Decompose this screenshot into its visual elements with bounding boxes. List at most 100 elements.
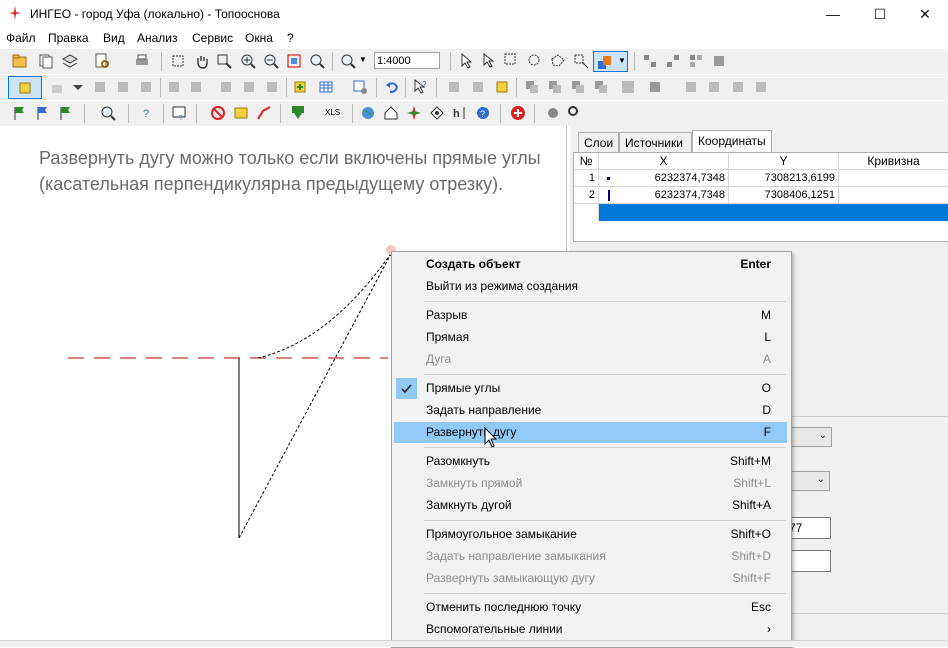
menu-rect-close[interactable]: Прямоугольное замыкание Shift+O [394,524,787,545]
edit-node-icon[interactable] [50,79,66,95]
grid-a-icon[interactable] [642,53,658,69]
close-button[interactable]: ✕ [902,0,948,28]
info-note-icon[interactable]: ? [171,105,187,121]
tab-layers[interactable]: Слои [578,132,619,152]
edit-tool-k-icon[interactable] [706,79,722,95]
table-cell[interactable] [839,187,948,204]
table-cell[interactable]: 7308406,1251 [729,187,839,204]
column-header-x[interactable]: X [599,153,729,170]
edit-tool-g-icon[interactable] [593,79,609,95]
node-tool-f-icon[interactable] [218,79,234,95]
menu-create-object[interactable]: Создать объект Enter [394,254,787,275]
maximize-button[interactable]: ☐ [857,0,903,28]
edit-tool-c-icon[interactable] [494,79,510,95]
yellow-note-icon[interactable] [233,105,249,121]
select-tool-icon[interactable] [573,53,589,69]
compass-icon[interactable] [406,105,422,121]
add-red-icon[interactable] [510,105,526,121]
column-header-number[interactable]: № [574,153,599,170]
node-tool-h-icon[interactable] [264,79,280,95]
edit-tool-a-icon[interactable] [446,79,462,95]
edit-tool-i-icon[interactable] [647,79,663,95]
menu-helper-lines[interactable]: Вспомогательные линии › [394,619,787,640]
menu-close-arc[interactable]: Замкнуть дугой Shift+A [394,495,787,516]
path-tool-icon[interactable] [256,105,272,121]
edit-tool-l-icon[interactable] [730,79,746,95]
rect-select-icon[interactable] [504,53,520,69]
menu-flip-arc[interactable]: Развернуть дугу F [394,422,787,443]
menu-service[interactable]: Сервис [192,31,233,45]
select-extent-icon[interactable] [170,53,186,69]
node-tool-e-icon[interactable] [188,79,204,95]
undo-icon[interactable] [384,79,400,95]
export-xls-button[interactable]: XLS [325,108,340,117]
menu-windows[interactable]: Окна [245,31,273,45]
house-icon[interactable] [383,105,399,121]
menu-help[interactable]: ? [287,31,294,45]
zoom-frame-icon[interactable] [216,53,232,69]
node-tool-b-icon[interactable] [115,79,131,95]
pointer-add-icon[interactable] [481,53,497,69]
node-tool-d-icon[interactable] [166,79,182,95]
add-yellow-icon[interactable] [292,79,308,95]
zoom-in-icon[interactable] [240,53,256,69]
scale-zoom-icon[interactable] [340,53,356,69]
polygon-select-icon[interactable] [550,53,566,69]
node-tool-a-icon[interactable] [92,79,108,95]
preview-icon[interactable] [94,53,110,69]
plugin-a-icon[interactable] [545,105,561,121]
height-icon[interactable]: h [452,105,468,121]
table-cell[interactable]: 6232374,7348 [599,187,729,204]
node-dropdown-icon[interactable] [70,79,86,95]
menu-undo-last-point[interactable]: Отменить последнюю точку Esc [394,597,787,618]
pan-hand-icon[interactable] [194,53,210,69]
table-cell[interactable]: 6232374,7348 [599,170,729,187]
create-node-button[interactable] [8,76,42,99]
help-pointer-icon[interactable]: ? [412,79,428,95]
menu-open[interactable]: Разомкнуть Shift+M [394,451,787,472]
tab-coordinates[interactable]: Координаты [692,130,772,153]
tab-sources[interactable]: Источники [619,132,692,152]
flag-c-icon[interactable] [58,105,74,121]
table-cell[interactable]: 7308213,6199 [729,170,839,187]
edit-tool-h-icon[interactable] [620,79,636,95]
zoom-out-icon[interactable] [263,53,279,69]
search-icon[interactable] [100,105,116,121]
lasso-select-icon[interactable] [527,53,543,69]
menu-set-close-direction[interactable]: Задать направление замыкания Shift+D [394,546,787,567]
menu-view[interactable]: Вид [103,31,125,45]
globe-icon[interactable] [360,105,376,121]
menu-analysis[interactable]: Анализ [137,31,178,45]
scale-input[interactable]: 1:4000 [374,52,440,69]
edit-tool-j-icon[interactable] [683,79,699,95]
node-tool-g-icon[interactable] [241,79,257,95]
flag-b-icon[interactable] [35,105,51,121]
zoom-previous-icon[interactable] [309,53,325,69]
diamond-point-icon[interactable] [429,105,445,121]
pages-icon[interactable] [38,53,54,69]
forbidden-icon[interactable] [210,105,226,121]
menu-flip-close-arc[interactable]: Развернуть замыкающую дугу Shift+F [394,568,787,589]
chevron-down-icon[interactable]: ▼ [359,55,367,64]
node-tool-c-icon[interactable] [138,79,154,95]
grid-c-icon[interactable] [688,53,704,69]
minimize-button[interactable]: — [810,0,856,28]
menu-close-straight[interactable]: Замкнуть прямой Shift+L [394,473,787,494]
menu-straight[interactable]: Прямая L [394,327,787,348]
plugin-b-icon[interactable] [567,105,583,121]
grid-d-icon[interactable] [711,53,727,69]
menu-exit-create-mode[interactable]: Выйти из режима создания [394,276,787,297]
help-circle-icon[interactable]: ? [475,105,491,121]
create-mode-button[interactable]: ▼ [593,51,628,72]
table-row-selected[interactable] [599,204,948,221]
zoom-all-icon[interactable] [286,53,302,69]
edit-tool-e-icon[interactable] [547,79,563,95]
menu-right-angles[interactable]: Прямые углы O [394,378,787,399]
table-cell[interactable] [839,170,948,187]
table-icon[interactable] [318,79,334,95]
grid-b-icon[interactable] [665,53,681,69]
edit-tool-b-icon[interactable] [470,79,486,95]
layers-icon[interactable] [62,53,78,69]
menu-break[interactable]: Разрыв M [394,305,787,326]
menu-file[interactable]: Файл [6,31,36,45]
